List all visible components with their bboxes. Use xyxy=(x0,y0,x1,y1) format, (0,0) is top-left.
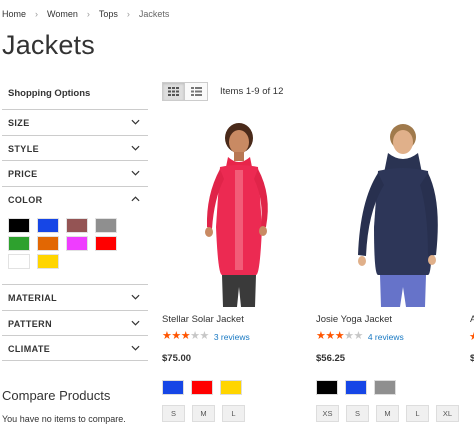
filter-price[interactable]: PRICE xyxy=(2,160,148,185)
chevron-down-icon xyxy=(131,294,140,300)
breadcrumb: Home › Women › Tops › Jackets xyxy=(2,9,169,19)
list-mode-button[interactable] xyxy=(185,82,208,101)
page-title: Jackets xyxy=(2,30,95,60)
filter-label: SIZE xyxy=(8,118,30,128)
color-swatch-brown[interactable] xyxy=(66,218,88,233)
product-rating: ★★★★★ 3 reviews xyxy=(162,331,250,342)
product-color-options xyxy=(316,380,403,395)
compare-products-title: Compare Products xyxy=(2,388,111,403)
product-price-partial: $ xyxy=(470,353,474,364)
filter-color[interactable]: COLOR xyxy=(2,186,148,284)
color-swatch-orange[interactable] xyxy=(37,236,59,251)
color-option-blue[interactable] xyxy=(162,380,184,395)
color-swatch-white[interactable] xyxy=(8,254,30,269)
breadcrumb-separator: › xyxy=(86,9,90,19)
filter-material[interactable]: MATERIAL xyxy=(2,284,148,310)
product-name[interactable]: Stellar Solar Jacket xyxy=(162,314,244,325)
filter-label: CLIMATE xyxy=(8,344,51,354)
reviews-link[interactable]: 3 reviews xyxy=(214,332,250,342)
size-option-l[interactable]: L xyxy=(406,405,429,422)
size-option-m[interactable]: M xyxy=(376,405,399,422)
shopping-options-title: Shopping Options xyxy=(8,88,91,99)
size-option-xs[interactable]: XS xyxy=(316,405,339,422)
grid-mode-button[interactable] xyxy=(162,82,185,101)
product-image[interactable] xyxy=(162,115,302,307)
color-option-blue[interactable] xyxy=(345,380,367,395)
rating-stars: ★★★★★ xyxy=(162,330,209,342)
size-option-s[interactable]: S xyxy=(346,405,369,422)
size-option-s[interactable]: S xyxy=(162,405,185,422)
filter-label: PATTERN xyxy=(8,319,52,329)
size-option-m[interactable]: M xyxy=(192,405,215,422)
color-swatch-green[interactable] xyxy=(8,236,30,251)
breadcrumb-home[interactable]: Home xyxy=(2,9,26,19)
product-image[interactable] xyxy=(316,115,456,307)
product-name-partial[interactable]: A xyxy=(470,314,474,325)
filter-label: STYLE xyxy=(8,144,40,154)
filter-style[interactable]: STYLE xyxy=(2,135,148,160)
chevron-up-icon xyxy=(131,196,140,202)
toolbar-amount: Items 1-9 of 12 xyxy=(220,86,284,97)
list-icon xyxy=(190,87,202,96)
filter-label: MATERIAL xyxy=(8,293,58,303)
chevron-down-icon xyxy=(131,170,140,176)
breadcrumb-separator: › xyxy=(35,9,39,19)
color-swatch-purple[interactable] xyxy=(66,236,88,251)
product-color-options xyxy=(162,380,249,395)
product-size-options: XS S M L XL xyxy=(316,405,466,422)
color-swatch-blue[interactable] xyxy=(37,218,59,233)
filter-pattern[interactable]: PATTERN xyxy=(2,310,148,335)
breadcrumb-separator: › xyxy=(126,9,130,19)
breadcrumb-tops[interactable]: Tops xyxy=(99,9,118,19)
filter-size[interactable]: SIZE xyxy=(2,109,148,134)
breadcrumb-women[interactable]: Women xyxy=(47,9,78,19)
product-rating: ★★★★★ 4 reviews xyxy=(316,331,404,342)
chevron-down-icon xyxy=(131,320,140,326)
color-swatch-red[interactable] xyxy=(95,236,117,251)
product-price: $56.25 xyxy=(316,353,346,364)
filter-label: COLOR xyxy=(8,195,43,205)
rating-stars: ★★★★★ xyxy=(316,330,363,342)
color-option-black[interactable] xyxy=(316,380,338,395)
breadcrumb-current: Jackets xyxy=(138,9,170,19)
product-name[interactable]: Josie Yoga Jacket xyxy=(316,314,392,325)
compare-empty-text: You have no items to compare. xyxy=(2,414,126,424)
grid-icon xyxy=(168,87,179,96)
chevron-down-icon xyxy=(131,119,140,125)
color-option-red[interactable] xyxy=(191,380,213,395)
color-swatch-yellow[interactable] xyxy=(37,254,59,269)
product-price: $75.00 xyxy=(162,353,192,364)
rating-stars-partial: ★ xyxy=(469,331,474,343)
chevron-down-icon xyxy=(131,345,140,351)
color-option-yellow[interactable] xyxy=(220,380,242,395)
reviews-link[interactable]: 4 reviews xyxy=(368,332,404,342)
filter-label: PRICE xyxy=(8,169,38,179)
chevron-down-icon xyxy=(131,145,140,151)
size-option-xl[interactable]: XL xyxy=(436,405,459,422)
color-swatch-black[interactable] xyxy=(8,218,30,233)
product-size-options: S M L xyxy=(162,405,252,422)
size-option-l[interactable]: L xyxy=(222,405,245,422)
color-swatch-gray[interactable] xyxy=(95,218,117,233)
color-option-gray[interactable] xyxy=(374,380,396,395)
filter-climate[interactable]: CLIMATE xyxy=(2,335,148,361)
toolbar: Items 1-9 of 12 xyxy=(162,82,283,101)
